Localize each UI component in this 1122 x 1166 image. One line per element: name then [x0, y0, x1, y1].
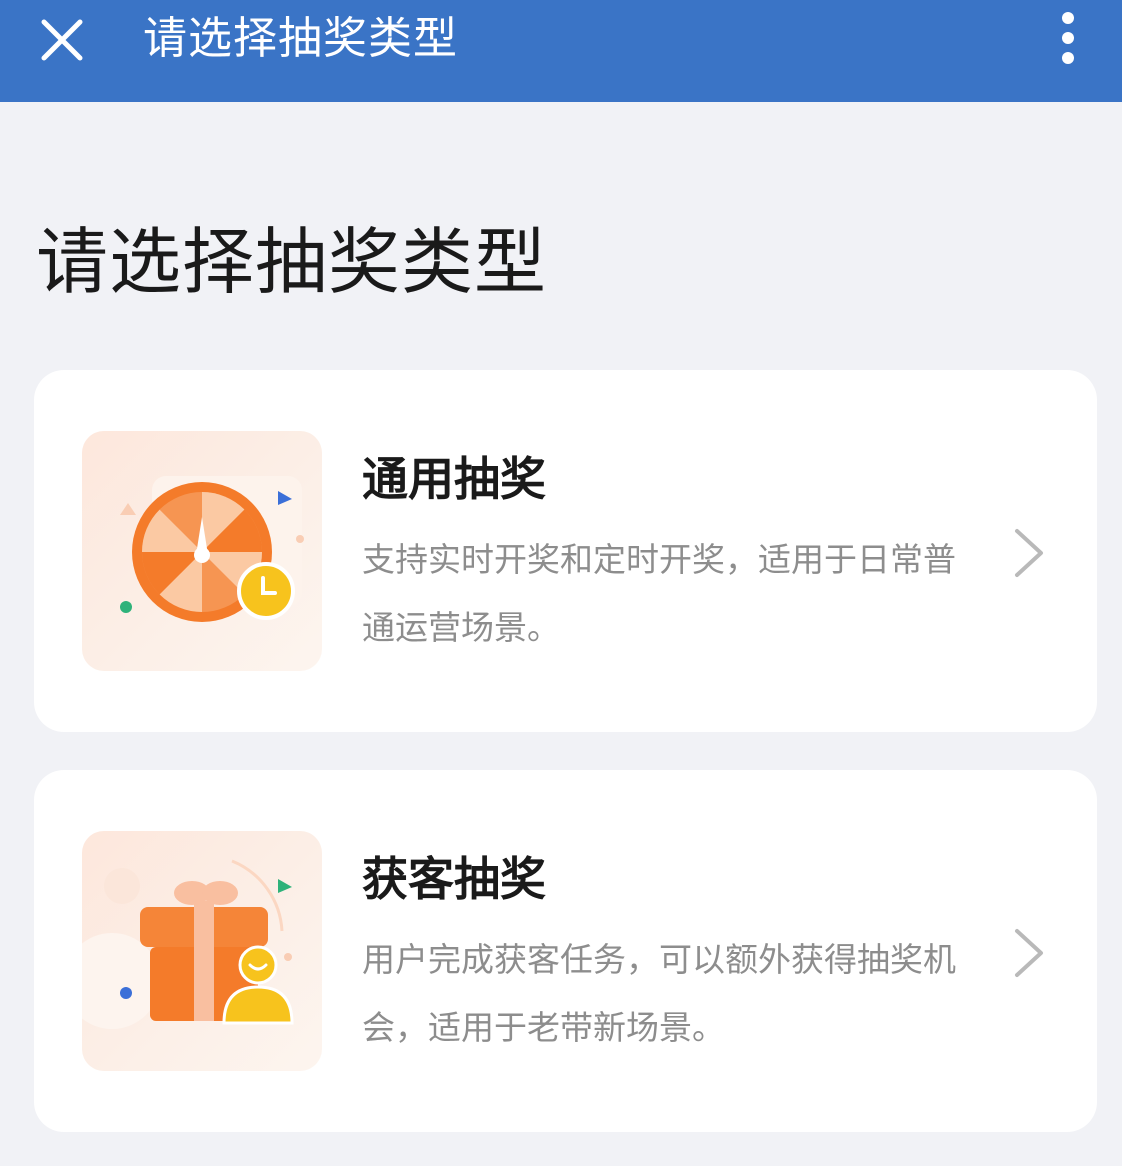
lottery-type-description: 用户完成获客任务，可以额外获得抽奖机会，适用于老带新场景。 — [362, 940, 956, 1047]
gift-box-user-icon — [82, 831, 322, 1071]
chevron-right-icon — [1015, 529, 1043, 577]
lottery-type-name: 获客抽奖 — [362, 852, 546, 906]
lottery-type-card-customer[interactable]: 获客抽奖 用户完成获客任务，可以额外获得抽奖机会，适用于老带新场景。 — [34, 770, 1097, 1132]
lottery-type-card-general[interactable]: 通用抽奖 支持实时开奖和定时开奖，适用于日常普通运营场景。 — [34, 370, 1097, 732]
lottery-type-name: 通用抽奖 — [362, 452, 546, 506]
more-vertical-icon[interactable] — [1050, 8, 1086, 72]
page-title: 请选择抽奖类型 — [36, 220, 548, 304]
top-app-bar: 请选择抽奖类型 — [0, 0, 1122, 102]
prize-wheel-clock-icon — [82, 431, 322, 671]
app-bar-title: 请选择抽奖类型 — [143, 13, 458, 64]
close-icon[interactable] — [38, 16, 86, 64]
lottery-type-description: 支持实时开奖和定时开奖，适用于日常普通运营场景。 — [362, 540, 956, 647]
chevron-right-icon — [1015, 929, 1043, 977]
